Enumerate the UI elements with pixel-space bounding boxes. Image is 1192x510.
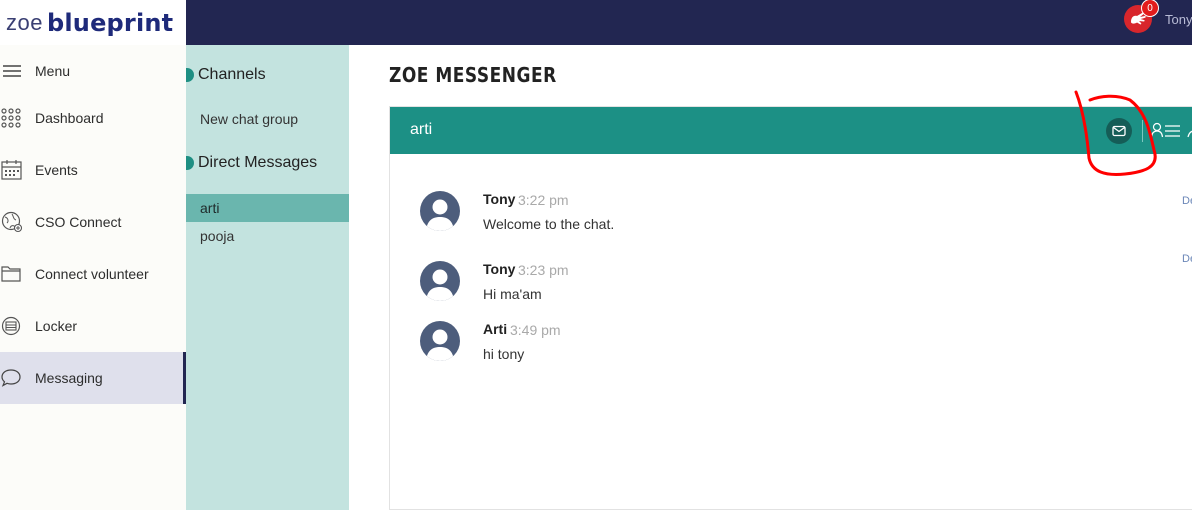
more-icon xyxy=(1187,130,1192,138)
add-channel-icon[interactable] xyxy=(186,68,194,82)
person-icon xyxy=(426,269,454,301)
message-sender: Tony xyxy=(483,261,516,277)
message-action-link[interactable]: De xyxy=(1182,195,1192,207)
globe-icon xyxy=(0,210,24,234)
app-window: zoe blueprint 0 Tony Menu Dashboard Even… xyxy=(0,0,1192,510)
user-menu[interactable]: 0 Tony xyxy=(1124,0,1192,34)
locker-icon xyxy=(0,314,24,338)
dm-item-pooja[interactable]: pooja xyxy=(186,222,349,250)
message-text: Hi ma'am xyxy=(483,286,542,302)
folder-icon xyxy=(0,262,24,286)
channels-heading-label: Channels xyxy=(198,66,266,83)
message-avatar xyxy=(420,191,460,231)
top-bar: 0 Tony xyxy=(186,0,1192,45)
sidebar-item-label: Events xyxy=(35,162,78,178)
sidebar-item-label: Messaging xyxy=(35,370,103,386)
chat-header: arti xyxy=(390,107,1192,154)
calendar-icon xyxy=(0,158,24,182)
sidebar-item-label: Locker xyxy=(35,318,78,334)
message-time: 3:23 pm xyxy=(518,262,569,278)
add-direct-message-icon[interactable] xyxy=(186,156,194,170)
notification-badge[interactable]: 0 xyxy=(1141,0,1159,17)
message-avatar xyxy=(420,261,460,301)
channels-panel: Channels New chat group Direct Messages … xyxy=(186,45,349,510)
sidebar: Menu Dashboard Events CSO Connect Connec… xyxy=(0,45,186,510)
hamburger-icon xyxy=(0,59,24,83)
chat-recipient-name: arti xyxy=(410,121,433,138)
new-chat-group-link[interactable]: New chat group xyxy=(200,111,298,127)
message-action-link[interactable]: De xyxy=(1182,253,1192,265)
direct-messages-heading[interactable]: Direct Messages xyxy=(186,154,317,172)
person-icon xyxy=(426,329,454,361)
more-options-button[interactable] xyxy=(1186,121,1192,141)
email-button[interactable] xyxy=(1106,118,1132,144)
chat-panel: arti Tony 3:22 pm Welcome to the chat. D… xyxy=(389,106,1192,510)
message-sender: Tony xyxy=(483,191,516,207)
message-text: Welcome to the chat. xyxy=(483,216,615,232)
message-time: 3:22 pm xyxy=(518,192,569,208)
message-time: 3:49 pm xyxy=(510,322,561,338)
sidebar-item-label: CSO Connect xyxy=(35,214,122,230)
sidebar-item-dashboard[interactable]: Dashboard xyxy=(0,92,186,144)
sidebar-item-locker[interactable]: Locker xyxy=(0,300,186,352)
user-list-icon xyxy=(1150,122,1180,138)
sidebar-item-menu[interactable]: Menu xyxy=(0,45,186,97)
person-icon xyxy=(426,199,454,231)
brand-light-text: zoe xyxy=(6,9,43,35)
main-content: ZOE MESSENGER arti Tony 3:22 pm Welcome … xyxy=(349,45,1192,510)
message-avatar xyxy=(420,321,460,361)
chat-bubble-icon xyxy=(0,366,24,390)
page-title: ZOE MESSENGER xyxy=(389,63,557,87)
header-divider xyxy=(1142,120,1143,142)
sidebar-item-label: Menu xyxy=(35,63,71,79)
sidebar-item-events[interactable]: Events xyxy=(0,144,186,196)
brand-bold-text: blueprint xyxy=(46,8,174,37)
direct-messages-label: Direct Messages xyxy=(198,154,318,171)
dm-item-arti[interactable]: arti xyxy=(186,194,349,222)
channels-heading[interactable]: Channels xyxy=(186,66,266,84)
sidebar-item-label: Connect volunteer xyxy=(35,266,149,282)
sidebar-item-cso-connect[interactable]: CSO Connect xyxy=(0,196,186,248)
grid-dots-icon xyxy=(0,106,24,130)
sidebar-item-connect-volunteer[interactable]: Connect volunteer xyxy=(0,248,186,300)
sidebar-item-label: Dashboard xyxy=(35,110,104,126)
sidebar-item-messaging[interactable]: Messaging xyxy=(0,352,186,404)
members-button[interactable] xyxy=(1150,121,1181,141)
user-avatar[interactable]: 0 xyxy=(1124,0,1159,33)
message-sender: Arti xyxy=(483,321,508,337)
message-text: hi tony xyxy=(483,346,525,362)
brand-logo[interactable]: zoe blueprint xyxy=(0,0,186,45)
username-label[interactable]: Tony xyxy=(1165,12,1192,27)
mail-icon xyxy=(1112,125,1126,137)
